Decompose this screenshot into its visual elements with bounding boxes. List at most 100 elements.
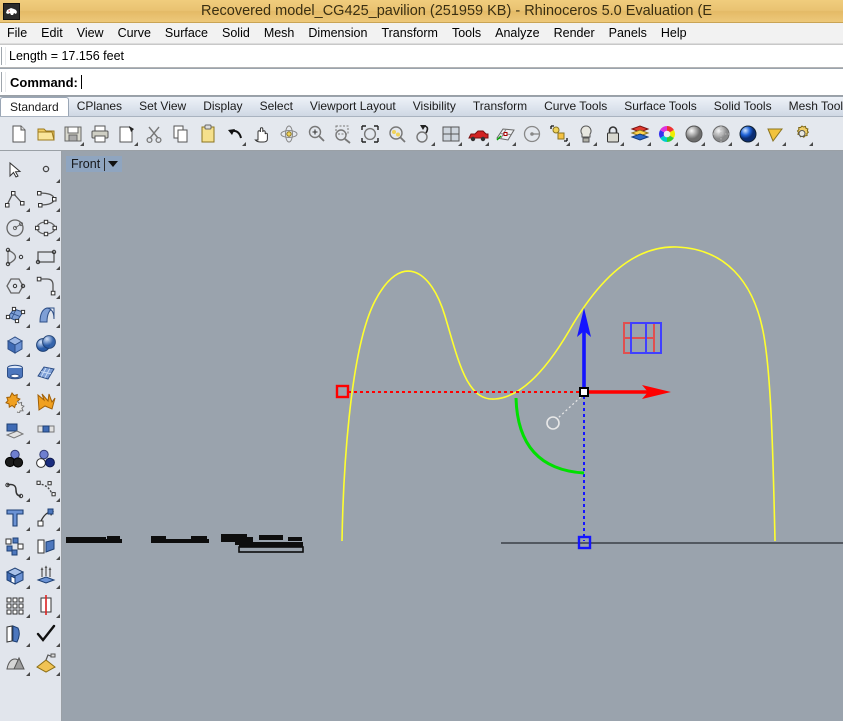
- pan-hand-icon[interactable]: [248, 120, 275, 148]
- polygon-icon[interactable]: [0, 271, 31, 300]
- tab-cplanes[interactable]: CPlanes: [67, 97, 138, 116]
- menu-dimension[interactable]: Dimension: [301, 24, 374, 42]
- box-icon[interactable]: [0, 329, 31, 358]
- viewport-title-front[interactable]: Front: [66, 156, 123, 172]
- menu-edit[interactable]: Edit: [34, 24, 70, 42]
- shaded-sphere-icon[interactable]: [680, 120, 707, 148]
- named-cplane-icon[interactable]: [518, 120, 545, 148]
- tab-select[interactable]: Select: [250, 97, 309, 116]
- menu-curve[interactable]: Curve: [111, 24, 158, 42]
- unroll-surface-icon[interactable]: [0, 619, 31, 648]
- options-gear-icon[interactable]: [788, 120, 815, 148]
- toolbar-gripper[interactable]: [1, 47, 6, 65]
- copy-object-icon[interactable]: [31, 532, 62, 561]
- zoom-extents-icon[interactable]: [356, 120, 383, 148]
- boolean-union-icon[interactable]: [0, 387, 31, 416]
- zoom-dynamic-icon[interactable]: [410, 120, 437, 148]
- check-mark-icon[interactable]: [31, 619, 62, 648]
- tab-viewport-layout[interactable]: Viewport Layout: [300, 97, 411, 116]
- menu-render[interactable]: Render: [547, 24, 602, 42]
- menu-surface[interactable]: Surface: [158, 24, 215, 42]
- lock-icon[interactable]: [599, 120, 626, 148]
- surface-grid-icon[interactable]: [31, 358, 62, 387]
- rectangle-icon[interactable]: [31, 242, 62, 271]
- front-viewport[interactable]: Front: [63, 151, 843, 721]
- grid-snap-icon[interactable]: [491, 120, 518, 148]
- tab-transform[interactable]: Transform: [463, 97, 543, 116]
- curve-blend-icon[interactable]: [0, 474, 31, 503]
- boolean-spheres-icon[interactable]: [0, 445, 31, 474]
- tab-set-view[interactable]: Set View: [130, 97, 202, 116]
- light-bulb-icon[interactable]: [572, 120, 599, 148]
- polyline-icon[interactable]: [0, 184, 31, 213]
- zoom-selected-icon[interactable]: [383, 120, 410, 148]
- rendered-sphere-icon[interactable]: [734, 120, 761, 148]
- mirror-icon[interactable]: [31, 590, 62, 619]
- menu-tools[interactable]: Tools: [445, 24, 488, 42]
- cut-scissors-icon[interactable]: [140, 120, 167, 148]
- zoom-in-icon[interactable]: [302, 120, 329, 148]
- copy-icon[interactable]: [167, 120, 194, 148]
- tab-curve-tools[interactable]: Curve Tools: [535, 97, 623, 116]
- open-folder-icon[interactable]: [32, 120, 59, 148]
- command-input[interactable]: [84, 74, 785, 90]
- ellipse-icon[interactable]: [31, 213, 62, 242]
- menu-analyze[interactable]: Analyze: [488, 24, 546, 42]
- boolean-difference-icon[interactable]: [31, 445, 62, 474]
- menu-help[interactable]: Help: [654, 24, 694, 42]
- menu-view[interactable]: View: [70, 24, 111, 42]
- sphere-boolean-icon[interactable]: [31, 329, 62, 358]
- print-icon[interactable]: [86, 120, 113, 148]
- tab-display[interactable]: Display: [194, 97, 258, 116]
- tab-solid-tools[interactable]: Solid Tools: [704, 97, 787, 116]
- array-grid-icon[interactable]: [0, 590, 31, 619]
- explode-icon[interactable]: [31, 387, 62, 416]
- tab-surface-tools[interactable]: Surface Tools: [615, 97, 712, 116]
- shaded-objects-icon[interactable]: [0, 648, 31, 677]
- surface-from-points-icon[interactable]: [0, 300, 31, 329]
- extrude-box-icon[interactable]: [0, 561, 31, 590]
- menu-file[interactable]: File: [0, 24, 34, 42]
- curve-fit-icon[interactable]: [31, 474, 62, 503]
- rotate-view-icon[interactable]: [275, 120, 302, 148]
- zoom-window-icon[interactable]: [329, 120, 356, 148]
- ghosted-sphere-icon[interactable]: [707, 120, 734, 148]
- layers-icon[interactable]: [626, 120, 653, 148]
- arc-icon[interactable]: [0, 242, 31, 271]
- viewport-geometry-canvas[interactable]: [63, 151, 843, 721]
- undo-arrow-icon[interactable]: [221, 120, 248, 148]
- point-icon[interactable]: [31, 155, 62, 184]
- color-wheel-icon[interactable]: [653, 120, 680, 148]
- render-car-icon[interactable]: [464, 120, 491, 148]
- chevron-down-icon[interactable]: [108, 161, 119, 167]
- tab-visibility[interactable]: Visibility: [403, 97, 472, 116]
- menu-panels[interactable]: Panels: [602, 24, 654, 42]
- fillet-edge-icon[interactable]: [0, 416, 31, 445]
- render-material-icon[interactable]: [31, 648, 62, 677]
- text-tool-icon[interactable]: [0, 503, 31, 532]
- object-snap-icon[interactable]: [545, 120, 572, 148]
- select-arrow-icon[interactable]: [0, 155, 31, 184]
- save-icon[interactable]: [59, 120, 86, 148]
- copy-properties-icon[interactable]: [113, 120, 140, 148]
- paste-clipboard-icon[interactable]: [194, 120, 221, 148]
- toolbar-tab-bar: Standard CPlanes Set View Display Select…: [0, 97, 843, 117]
- menu-solid[interactable]: Solid: [215, 24, 257, 42]
- tab-standard[interactable]: Standard: [0, 97, 69, 116]
- chamfer-edge-icon[interactable]: [31, 416, 62, 445]
- tab-mesh-tools[interactable]: Mesh Tools: [779, 97, 843, 116]
- extrude-surface-icon[interactable]: [31, 300, 62, 329]
- circle-icon[interactable]: [0, 213, 31, 242]
- new-file-icon[interactable]: [5, 120, 32, 148]
- command-gripper[interactable]: [1, 72, 6, 92]
- extrude-up-icon[interactable]: [31, 561, 62, 590]
- menu-mesh[interactable]: Mesh: [257, 24, 302, 42]
- render-arrow-icon[interactable]: [761, 120, 788, 148]
- group-objects-icon[interactable]: [0, 532, 31, 561]
- cylinder-icon[interactable]: [0, 358, 31, 387]
- menu-transform[interactable]: Transform: [374, 24, 445, 42]
- four-viewport-icon[interactable]: [437, 120, 464, 148]
- curve-corner-icon[interactable]: [31, 271, 62, 300]
- transform-move-icon[interactable]: [31, 503, 62, 532]
- control-point-curve-icon[interactable]: [31, 184, 62, 213]
